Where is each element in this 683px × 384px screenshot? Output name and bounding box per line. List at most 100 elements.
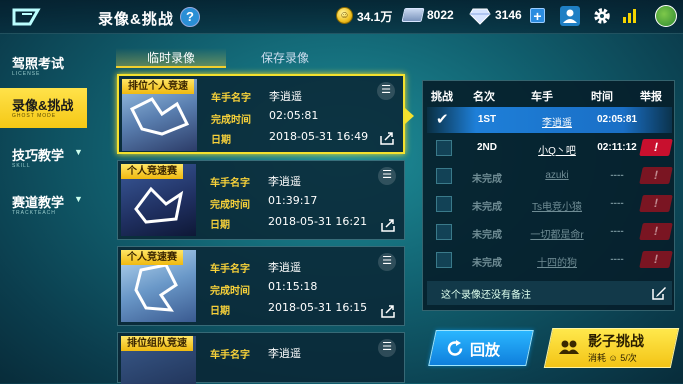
race-mode-badge: 个人竞速赛	[121, 164, 183, 179]
share-icon[interactable]	[380, 217, 396, 233]
record-date: 2018-05-31 16:49	[269, 130, 369, 143]
sidebar-item-sublabel: SKILL	[12, 163, 31, 169]
sidebar-item-sublabel: TRACKTEACH	[12, 210, 56, 216]
ticket-count: 8022	[427, 8, 454, 22]
share-icon[interactable]	[379, 130, 395, 146]
finish-time: 01:39:17	[268, 194, 318, 207]
ranking-row[interactable]: 未完成 十四的狗 ---- !	[427, 247, 673, 273]
help-icon[interactable]: ?	[180, 7, 200, 27]
lap-time: 02:11:12	[597, 142, 637, 153]
driver-name-label: 车手名字	[210, 350, 250, 361]
sidebar-item-skill[interactable]: 技巧教学 ▼ SKILL	[0, 138, 88, 178]
avatar[interactable]	[655, 5, 677, 27]
challenge-checkbox[interactable]	[436, 224, 452, 240]
driver-link[interactable]: Ts电竞小猿	[517, 198, 597, 213]
driver-name-label: 车手名字	[210, 178, 250, 189]
driver-name: 李逍遥	[268, 261, 301, 274]
menu-icon[interactable]: ☰	[378, 339, 396, 357]
note-bar: 这个录像还没有备注	[427, 281, 672, 305]
challenge-checkbox[interactable]	[436, 196, 452, 212]
diamond-count: 3146	[495, 8, 522, 22]
edit-icon[interactable]	[651, 285, 667, 301]
coin-count: 34.1万	[357, 10, 393, 24]
tab-temp-records[interactable]: 临时录像	[116, 48, 226, 68]
sidebar-item-label: 录像&挑战	[12, 98, 74, 113]
record-card[interactable]: 个人竞速赛 车手名字 李逍遥 完成时间 01:39:17 日期 2018-05-…	[117, 160, 405, 240]
sidebar-item-ghost-mode[interactable]: 录像&挑战 GHOST MODE	[0, 88, 87, 128]
coin-icon: ☺	[336, 7, 353, 24]
replay-label: 回放	[470, 342, 501, 359]
ghost-challenge-label: 影子挑战	[588, 333, 644, 349]
sidebar-item-sublabel: GHOST MODE	[12, 113, 57, 119]
driver-name: 李逍遥	[268, 347, 301, 360]
back-logo-icon[interactable]	[8, 4, 48, 30]
ranking-row[interactable]: 未完成 azuki ---- !	[427, 163, 673, 189]
driver-link[interactable]: azuki	[517, 170, 597, 181]
driver-link[interactable]: 李逍遥	[517, 114, 597, 129]
header-challenge: 挑战	[431, 91, 453, 103]
ranking-row[interactable]: 2ND 小Q丶吧 02:11:12 !	[427, 135, 673, 161]
ranking-row[interactable]: 未完成 一切都是命r ---- !	[427, 219, 673, 245]
lap-time: ----	[610, 254, 624, 265]
header-rank: 名次	[473, 91, 495, 103]
race-mode-badge: 个人竞速赛	[121, 250, 183, 265]
driver-name-label: 车手名字	[211, 93, 251, 104]
date-label: 日期	[210, 220, 230, 231]
page-title: 录像&挑战	[98, 11, 174, 28]
race-mode-badge: 排位个人竞速	[122, 79, 194, 94]
finish-time: 01:15:18	[268, 280, 318, 293]
record-date: 2018-05-31 16:15	[268, 301, 368, 314]
ghost-challenge-cost: 消耗 ☺ 5/次	[588, 351, 637, 364]
sidebar-item-label: 技巧教学	[12, 148, 65, 163]
sidebar-item-label: 赛道教学	[12, 195, 65, 210]
friends-icon[interactable]	[560, 6, 580, 26]
finish-time-label: 完成时间	[210, 286, 250, 297]
share-icon[interactable]	[380, 303, 396, 319]
replay-icon	[447, 340, 463, 356]
record-date: 2018-05-31 16:21	[268, 215, 368, 228]
menu-icon[interactable]: ☰	[378, 253, 396, 271]
date-label: 日期	[210, 306, 230, 317]
ticket-icon	[401, 8, 425, 22]
diamond-icon	[469, 8, 491, 25]
record-card[interactable]: 个人竞速赛 车手名字 李逍遥 完成时间 01:15:18 日期 2018-05-…	[117, 246, 405, 326]
gear-icon[interactable]	[592, 6, 612, 26]
finish-time-label: 完成时间	[210, 200, 250, 211]
header-time: 时间	[591, 91, 613, 103]
driver-link[interactable]: 十四的狗	[517, 254, 597, 269]
report-button[interactable]: !	[639, 139, 673, 156]
driver-link[interactable]: 小Q丶吧	[517, 142, 597, 157]
report-button[interactable]: !	[639, 223, 673, 240]
driver-name-label: 车手名字	[210, 264, 250, 275]
rank-position: 未完成	[472, 174, 502, 185]
ranking-row[interactable]: ✔ 1ST 李逍遥 02:05:81	[427, 107, 672, 133]
lap-time: ----	[610, 198, 624, 209]
challenge-checkbox[interactable]	[436, 140, 452, 156]
driver-link[interactable]: 一切都是命r	[517, 226, 597, 241]
race-mode-badge: 排位组队竞速	[121, 336, 193, 351]
record-note: 这个录像还没有备注	[441, 290, 531, 301]
challenge-checkbox[interactable]	[436, 168, 452, 184]
add-currency-button[interactable]: +	[530, 8, 545, 23]
report-button[interactable]: !	[639, 167, 673, 184]
sidebar-item-track-teach[interactable]: 赛道教学 ▼ TRACKTEACH	[0, 185, 88, 225]
finish-time: 02:05:81	[269, 109, 319, 122]
report-button[interactable]: !	[639, 251, 673, 268]
tab-saved-records[interactable]: 保存录像	[230, 48, 340, 68]
record-card[interactable]: 排位个人竞速 车手名字 李逍遥 完成时间 02:05:81 日期 2018-05…	[117, 74, 414, 154]
ranking-row[interactable]: 未完成 Ts电竞小猿 ---- !	[427, 191, 673, 217]
selection-pointer	[405, 108, 414, 124]
report-button[interactable]: !	[639, 195, 673, 212]
record-card[interactable]: 排位组队竞速 车手名字 李逍遥 ☰	[117, 332, 405, 384]
menu-icon[interactable]: ☰	[378, 167, 396, 185]
ghost-players-icon	[559, 340, 579, 354]
rank-position: 未完成	[472, 258, 502, 269]
sidebar-item-license[interactable]: 驾照考试 LICENSE	[0, 46, 88, 86]
checkmark-icon[interactable]: ✔	[436, 112, 452, 128]
header-driver: 车手	[531, 91, 553, 103]
rank-position: 1ST	[477, 114, 497, 125]
challenge-checkbox[interactable]	[436, 252, 452, 268]
rank-position: 未完成	[472, 202, 502, 213]
chevron-down-icon: ▼	[74, 147, 83, 157]
menu-icon[interactable]: ☰	[377, 82, 395, 100]
